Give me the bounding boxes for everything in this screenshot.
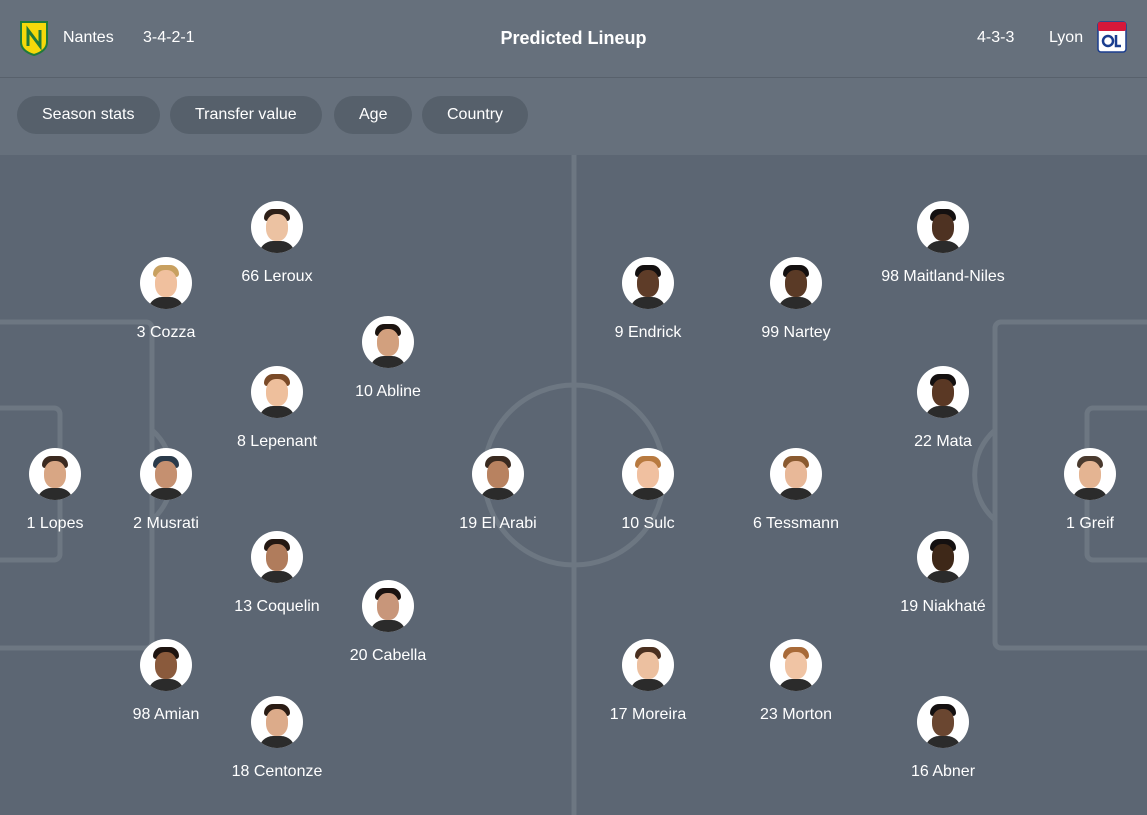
player-label: 18 Centonze: [231, 763, 323, 780]
player-away-nartey[interactable]: 99 Nartey: [716, 257, 876, 342]
player-avatar: [622, 257, 674, 309]
filter-season-stats[interactable]: Season stats: [17, 96, 160, 134]
player-avatar: [917, 201, 969, 253]
player-away-niakhate[interactable]: 19 Niakhaté: [863, 531, 1023, 616]
player-label: 16 Abner: [910, 763, 976, 780]
player-avatar: [251, 531, 303, 583]
player-label: 10 Abline: [355, 383, 421, 400]
filter-transfer-value[interactable]: Transfer value: [170, 96, 322, 134]
filter-age[interactable]: Age: [334, 96, 413, 134]
player-avatar: [140, 639, 192, 691]
player-avatar: [622, 639, 674, 691]
player-label: 6 Tessmann: [753, 515, 839, 532]
player-label: 22 Mata: [914, 433, 972, 450]
player-avatar: [770, 448, 822, 500]
player-label: 17 Moreira: [609, 706, 687, 723]
player-away-greif[interactable]: 1 Greif: [1010, 448, 1147, 533]
player-label: 19 El Arabi: [459, 515, 537, 532]
page-title: Predicted Lineup: [500, 28, 647, 48]
player-label: 20 Cabella: [349, 647, 427, 664]
player-avatar: [29, 448, 81, 500]
player-label: 98 Maitland-Niles: [881, 268, 1005, 285]
player-away-abner[interactable]: 16 Abner: [863, 696, 1023, 781]
player-avatar: [362, 316, 414, 368]
match-header: Nantes 3-4-2-1 Predicted Lineup 4-3-3 Ly…: [0, 0, 1147, 78]
player-home-cabella[interactable]: 20 Cabella: [308, 580, 468, 665]
player-away-tessmann[interactable]: 6 Tessmann: [716, 448, 876, 533]
away-team-name[interactable]: Lyon: [1049, 28, 1083, 48]
player-home-centonze[interactable]: 18 Centonze: [197, 696, 357, 781]
player-avatar: [622, 448, 674, 500]
player-avatar: [251, 201, 303, 253]
player-label: 23 Morton: [759, 706, 833, 723]
player-home-abline[interactable]: 10 Abline: [308, 316, 468, 401]
player-away-endrick[interactable]: 9 Endrick: [568, 257, 728, 342]
player-label: 8 Lepenant: [236, 433, 318, 450]
player-away-moreira[interactable]: 17 Moreira: [568, 639, 728, 724]
player-avatar: [1064, 448, 1116, 500]
player-avatar: [917, 531, 969, 583]
player-label: 66 Leroux: [241, 268, 313, 285]
player-label: 10 Sulc: [621, 515, 675, 532]
player-away-morton[interactable]: 23 Morton: [716, 639, 876, 724]
player-avatar: [362, 580, 414, 632]
pitch: 1 Lopes 2 Musrati 3 Cozza 98 Amian 66 Le…: [0, 155, 1147, 815]
player-avatar: [140, 257, 192, 309]
player-away-mata[interactable]: 22 Mata: [863, 366, 1023, 451]
player-label: 19 Niakhaté: [900, 598, 986, 615]
player-label: 1 Greif: [1065, 515, 1114, 532]
player-avatar: [917, 696, 969, 748]
lyon-crest-icon: [1097, 21, 1127, 53]
player-avatar: [251, 366, 303, 418]
player-avatar: [770, 257, 822, 309]
filter-country[interactable]: Country: [422, 96, 529, 134]
player-avatar: [251, 696, 303, 748]
away-formation: 4-3-3: [977, 29, 1015, 46]
player-label: 3 Cozza: [136, 324, 196, 341]
player-home-musrati[interactable]: 2 Musrati: [86, 448, 246, 533]
player-home-leroux[interactable]: 66 Leroux: [197, 201, 357, 286]
player-away-maitland-niles[interactable]: 98 Maitland-Niles: [863, 201, 1023, 286]
player-avatar: [472, 448, 524, 500]
stat-filter-bar: Season stats Transfer value Age Country: [0, 78, 1147, 155]
player-avatar: [770, 639, 822, 691]
player-label: 9 Endrick: [614, 324, 682, 341]
player-avatar: [140, 448, 192, 500]
player-label: 99 Nartey: [761, 324, 831, 341]
player-away-sulc[interactable]: 10 Sulc: [568, 448, 728, 533]
player-home-el-arabi[interactable]: 19 El Arabi: [418, 448, 578, 533]
player-avatar: [917, 366, 969, 418]
